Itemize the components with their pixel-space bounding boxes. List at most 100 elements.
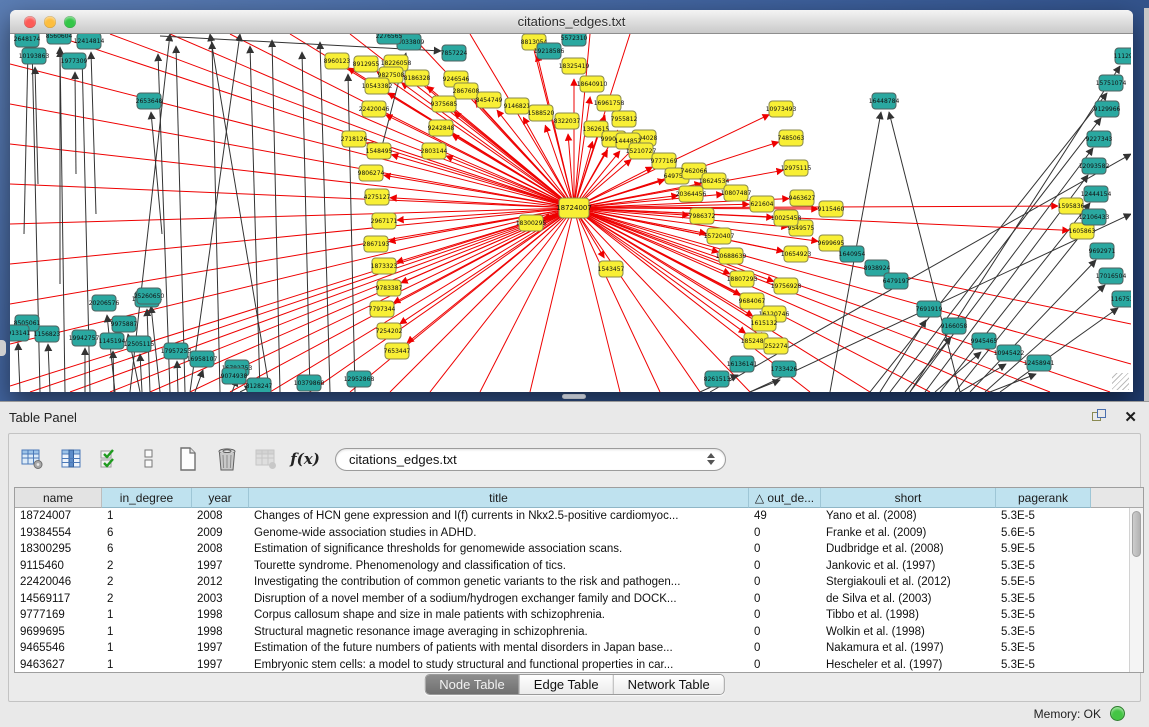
graph-node[interactable]: 16448784	[869, 93, 900, 109]
graph-node[interactable]: 4275127	[364, 189, 391, 205]
graph-node[interactable]: 3913141	[10, 325, 31, 341]
graph-node[interactable]: 2803144	[421, 143, 448, 159]
graph-node[interactable]: 12106433	[1079, 209, 1110, 225]
window-resize-grip[interactable]	[1112, 373, 1129, 390]
graph-node[interactable]: 10654923	[781, 246, 812, 262]
graph-node[interactable]: 1112904	[1114, 48, 1131, 64]
graph-node[interactable]: 9242848	[428, 120, 455, 136]
graph-node[interactable]: 1595836	[1058, 198, 1085, 214]
graph-node[interactable]: 19756928	[771, 278, 802, 294]
tab-edge-table[interactable]: Edge Table	[519, 675, 613, 694]
graph-node[interactable]: 16136141	[727, 356, 758, 372]
split-divider-grip[interactable]	[562, 394, 586, 399]
graph-node[interactable]: 12975115	[781, 160, 812, 176]
table-row[interactable]: 1938455462009Genome-wide association stu…	[15, 525, 1143, 542]
graph-node[interactable]: 20364456	[676, 186, 707, 202]
graph-node[interactable]: 5572310	[561, 34, 588, 46]
graph-node[interactable]: 1167531	[1111, 291, 1131, 307]
tab-network-table[interactable]: Network Table	[613, 675, 724, 694]
graph-node[interactable]: 9945465	[971, 333, 998, 349]
column-visibility-button[interactable]	[56, 444, 86, 474]
graph-node[interactable]: 15751074	[1096, 75, 1127, 91]
graph-node[interactable]: 18807293	[727, 271, 758, 287]
list-view-button[interactable]	[134, 444, 164, 474]
graph-node[interactable]: 7955812	[611, 111, 638, 127]
network-svg[interactable]: 8960123891295518226058982750881863281054…	[10, 34, 1131, 392]
delete-column-button[interactable]	[212, 444, 242, 474]
table-row[interactable]: 1456911722003Disruption of a novel membe…	[15, 591, 1143, 608]
graph-node[interactable]: 9783387	[376, 280, 403, 296]
network-canvas[interactable]: 8960123891295518226058982750881863281054…	[10, 34, 1131, 392]
graph-node[interactable]: 2648174	[14, 34, 41, 47]
graph-node[interactable]: 10379868	[294, 375, 325, 391]
graph-node[interactable]: 7797344	[369, 301, 396, 317]
graph-node[interactable]: 8960123	[324, 53, 351, 69]
table-row[interactable]: 911546021997Tourette syndrome. Phenomeno…	[15, 558, 1143, 575]
table-selector-dropdown[interactable]: citations_edges.txt	[335, 448, 726, 471]
graph-node[interactable]: 12952868	[344, 371, 375, 387]
graph-node[interactable]: 19218586	[534, 43, 565, 59]
graph-node[interactable]: 1873323	[371, 258, 398, 274]
graph-node[interactable]: 2967171	[371, 213, 398, 229]
graph-node[interactable]: 8261513	[704, 371, 731, 387]
graph-node[interactable]: 16958107	[187, 351, 218, 367]
graph-node[interactable]: 7986372	[689, 208, 716, 224]
row-selection-button[interactable]	[95, 444, 125, 474]
panel-collapse-handle[interactable]	[0, 340, 6, 356]
graph-node[interactable]: 10973493	[766, 101, 797, 117]
float-panel-icon[interactable]	[1092, 409, 1108, 425]
graph-node[interactable]: 7857224	[441, 45, 468, 61]
graph-node[interactable]: 2653648	[136, 93, 163, 109]
graph-node[interactable]: 8186328	[404, 70, 431, 86]
graph-node[interactable]: 1145194	[99, 333, 126, 349]
graph-node[interactable]: 1733426	[771, 361, 798, 377]
graph-node[interactable]: 621604	[750, 196, 774, 212]
graph-node[interactable]: 9463627	[789, 190, 816, 206]
graph-node[interactable]: 19942757	[69, 330, 100, 346]
graph-node[interactable]: 8560604	[46, 34, 73, 44]
graph-node[interactable]: 1615132	[751, 315, 778, 331]
table-row[interactable]: 977716911998Corpus callosum shape and si…	[15, 607, 1143, 624]
table-mode-button[interactable]	[17, 444, 47, 474]
column-header-short[interactable]: short	[821, 488, 996, 508]
graph-node[interactable]: 2276565	[376, 34, 403, 44]
table-row[interactable]: 2242004622012Investigating the contribut…	[15, 574, 1143, 591]
graph-node[interactable]: 10807487	[721, 185, 752, 201]
graph-node[interactable]: 7254202	[376, 323, 403, 339]
graph-node[interactable]: 9692971	[1089, 243, 1116, 259]
column-header-outde[interactable]: △ out_de...	[749, 488, 821, 508]
table-row[interactable]: 946362711997Embryonic stem cells: a mode…	[15, 657, 1143, 674]
graph-node[interactable]: 17016504	[1096, 268, 1127, 284]
graph-node[interactable]: 1588520	[528, 105, 555, 121]
graph-node[interactable]: 9166058	[941, 318, 968, 334]
table-row[interactable]: 946554611997Estimation of the future num…	[15, 640, 1143, 657]
graph-node[interactable]: 18325419	[559, 58, 590, 74]
graph-node[interactable]: 8912955	[353, 56, 380, 72]
graph-node[interactable]: 1548495	[366, 143, 393, 159]
graph-node[interactable]: 9375685	[431, 96, 458, 112]
graph-node[interactable]: 9227343	[1086, 131, 1113, 147]
graph-node[interactable]: 1977309	[61, 53, 88, 69]
function-builder-button[interactable]: f(x)	[290, 444, 320, 474]
graph-node[interactable]: 8322037	[554, 113, 581, 129]
graph-node[interactable]: 10945422	[994, 345, 1025, 361]
graph-node[interactable]: 16961758	[594, 95, 625, 111]
graph-node[interactable]: 9115460	[818, 201, 845, 217]
graph-node[interactable]: 18640910	[577, 76, 608, 92]
graph-node[interactable]: 1640954	[839, 246, 866, 262]
graph-node[interactable]: 1543457	[598, 261, 625, 277]
column-header-name[interactable]: name	[15, 488, 102, 508]
graph-node[interactable]: 9975887	[111, 316, 138, 332]
graph-node[interactable]: 12505115	[124, 336, 155, 352]
graph-node[interactable]: 7653447	[384, 343, 411, 359]
create-column-button[interactable]	[173, 444, 203, 474]
graph-node[interactable]: 20206576	[89, 295, 120, 311]
graph-node[interactable]: 9806274	[358, 165, 385, 181]
graph-node[interactable]: 18724007	[556, 198, 592, 218]
graph-node[interactable]: 8454749	[476, 92, 503, 108]
tab-node-table[interactable]: Node Table	[425, 675, 519, 694]
graph-node[interactable]: 8128247	[246, 378, 273, 392]
close-panel-icon[interactable]: ✕	[1124, 410, 1137, 425]
column-header-indegree[interactable]: in_degree	[102, 488, 192, 508]
graph-node[interactable]: 12444154	[1081, 186, 1112, 202]
